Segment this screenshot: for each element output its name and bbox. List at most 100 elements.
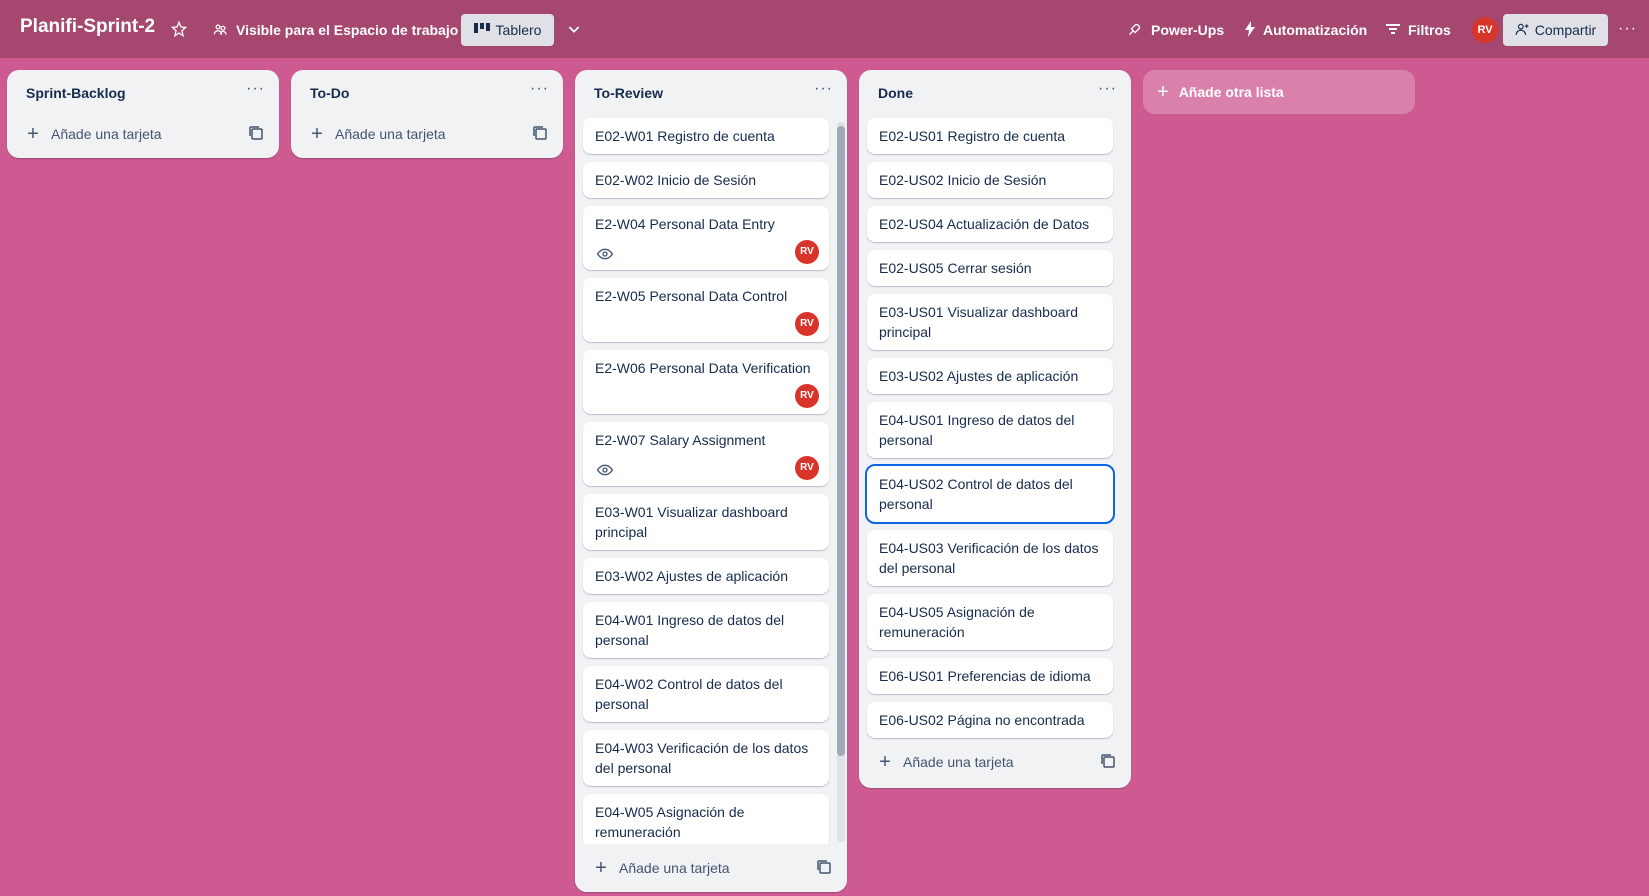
star-icon[interactable] <box>170 20 188 38</box>
card-title: E2-W06 Personal Data Verification <box>595 360 811 376</box>
powerups-button[interactable]: Power-Ups <box>1151 22 1224 38</box>
card-title: E06-US02 Página no encontrada <box>879 712 1085 728</box>
card[interactable]: E02-W02 Inicio de Sesión <box>583 162 829 198</box>
list-menu-icon[interactable]: ··· <box>530 80 549 98</box>
board-view-icon <box>473 22 490 38</box>
automation-button[interactable]: Automatización <box>1263 22 1367 38</box>
card[interactable]: E2-W04 Personal Data Entry RV <box>583 206 829 270</box>
card[interactable]: E03-W01 Visualizar dashboard principal <box>583 494 829 550</box>
list-title[interactable]: Sprint-Backlog <box>26 85 126 101</box>
card-title: E04-W05 Asignación de remuneración <box>595 804 745 840</box>
share-button[interactable]: Compartir <box>1503 14 1608 46</box>
card-member-avatar[interactable]: RV <box>795 456 819 480</box>
card-title: E03-W02 Ajustes de aplicación <box>595 568 788 584</box>
card-title: E04-US01 Ingreso de datos del personal <box>879 412 1075 448</box>
card-member-avatar[interactable]: RV <box>795 384 819 408</box>
filters-button[interactable]: Filtros <box>1408 22 1451 38</box>
card-title: E2-W04 Personal Data Entry <box>595 216 775 232</box>
plus-icon: + <box>595 856 607 879</box>
card-title: E03-W01 Visualizar dashboard principal <box>595 504 788 540</box>
add-card-button[interactable]: + Añade una tarjeta <box>15 118 271 150</box>
eye-icon <box>596 246 614 262</box>
card[interactable]: E2-W05 Personal Data Control RV <box>583 278 829 342</box>
card[interactable]: E06-US01 Preferencias de idioma <box>867 658 1113 694</box>
card[interactable]: E02-W01 Registro de cuenta <box>583 118 829 154</box>
card[interactable]: E04-W03 Verificación de los datos del pe… <box>583 730 829 786</box>
card[interactable]: E2-W07 Salary Assignment RV <box>583 422 829 486</box>
card-title: E03-US02 Ajustes de aplicación <box>879 368 1079 384</box>
board-title[interactable]: Planifi-Sprint-2 <box>20 16 155 38</box>
list-title[interactable]: To-Review <box>594 85 663 101</box>
plus-icon: + <box>311 122 323 145</box>
add-list-label: Añade otra lista <box>1178 84 1284 100</box>
card-member-avatar[interactable]: RV <box>795 312 819 336</box>
more-menu-icon[interactable]: ··· <box>1618 20 1637 38</box>
visibility-button[interactable]: Visible para el Espacio de trabajo <box>236 22 458 38</box>
card-title: E2-W05 Personal Data Control <box>595 288 788 304</box>
card[interactable]: E04-W02 Control de datos del personal <box>583 666 829 722</box>
plus-icon: + <box>879 750 891 773</box>
list-menu-icon[interactable]: ··· <box>1098 80 1117 98</box>
list-done: Done ··· E02-US01 Registro de cuenta E02… <box>859 70 1131 788</box>
scrollbar-thumb[interactable] <box>837 126 845 756</box>
lightning-icon <box>1243 21 1257 37</box>
member-avatar[interactable]: RV <box>1472 17 1498 43</box>
card-title: E02-W01 Registro de cuenta <box>595 128 775 144</box>
card-title: E04-US05 Asignación de remuneración <box>879 604 1035 640</box>
chevron-down-icon[interactable] <box>565 20 583 38</box>
add-card-button[interactable]: + Añade una tarjeta <box>867 746 1123 778</box>
board-header: Planifi-Sprint-2 Visible para el Espacio… <box>0 0 1649 58</box>
card-member-avatar[interactable]: RV <box>795 240 819 264</box>
avatar-initials: RV <box>1477 24 1493 36</box>
card-template-icon[interactable] <box>1101 754 1115 768</box>
share-label: Compartir <box>1534 22 1597 38</box>
card[interactable]: E02-US02 Inicio de Sesión <box>867 162 1113 198</box>
list-sprint-backlog: Sprint-Backlog ··· + Añade una tarjeta <box>7 70 279 158</box>
card-title: E04-W01 Ingreso de datos del personal <box>595 612 785 648</box>
card[interactable]: E03-W02 Ajustes de aplicación <box>583 558 829 594</box>
list-scrollbar[interactable] <box>837 122 845 842</box>
add-card-button[interactable]: + Añade una tarjeta <box>299 118 555 150</box>
card[interactable]: E04-W05 Asignación de remuneración <box>583 794 829 850</box>
card-template-icon[interactable] <box>249 126 263 140</box>
card-template-icon[interactable] <box>817 860 831 874</box>
card-title: E04-W03 Verificación de los datos del pe… <box>595 740 809 776</box>
card-title: E03-US01 Visualizar dashboard principal <box>879 304 1078 340</box>
workspace-visibility-icon[interactable] <box>212 21 228 37</box>
card-title: E04-US02 Control de datos del personal <box>879 476 1073 512</box>
card[interactable]: E2-W06 Personal Data Verification RV <box>583 350 829 414</box>
list-menu-icon[interactable]: ··· <box>246 80 265 98</box>
board-view-button[interactable]: Tablero <box>461 14 554 46</box>
card[interactable]: E02-US04 Actualización de Datos <box>867 206 1113 242</box>
card[interactable]: E03-US02 Ajustes de aplicación <box>867 358 1113 394</box>
card-title: E02-W02 Inicio de Sesión <box>595 172 757 188</box>
plus-icon: + <box>27 122 39 145</box>
add-list-button[interactable]: + Añade otra lista <box>1143 70 1415 114</box>
card[interactable]: E04-US02 Control de datos del personal <box>865 464 1115 524</box>
list-title[interactable]: To-Do <box>310 85 349 101</box>
card[interactable]: E04-US03 Verificación de los datos del p… <box>867 530 1113 586</box>
plus-icon: + <box>1157 80 1169 103</box>
card[interactable]: E04-US05 Asignación de remuneración <box>867 594 1113 650</box>
add-card-label: Añade una tarjeta <box>51 126 162 142</box>
card-title: E06-US01 Preferencias de idioma <box>879 668 1091 684</box>
add-card-label: Añade una tarjeta <box>619 860 730 876</box>
rocket-icon <box>1126 21 1142 37</box>
card-title: E04-US03 Verificación de los datos del p… <box>879 540 1099 576</box>
list-title[interactable]: Done <box>878 85 913 101</box>
card-template-icon[interactable] <box>533 126 547 140</box>
add-card-button[interactable]: + Añade una tarjeta <box>583 852 839 884</box>
add-card-label: Añade una tarjeta <box>903 754 1014 770</box>
card-title: E02-US02 Inicio de Sesión <box>879 172 1047 188</box>
card[interactable]: E03-US01 Visualizar dashboard principal <box>867 294 1113 350</box>
card[interactable]: E02-US05 Cerrar sesión <box>867 250 1113 286</box>
list-menu-icon[interactable]: ··· <box>814 80 833 98</box>
card-title: E2-W07 Salary Assignment <box>595 432 766 448</box>
card[interactable]: E04-US01 Ingreso de datos del personal <box>867 402 1113 458</box>
card[interactable]: E04-W01 Ingreso de datos del personal <box>583 602 829 658</box>
card-title: E04-W02 Control de datos del personal <box>595 676 783 712</box>
card[interactable]: E02-US01 Registro de cuenta <box>867 118 1113 154</box>
card-title: E02-US05 Cerrar sesión <box>879 260 1032 276</box>
card-title: E02-US01 Registro de cuenta <box>879 128 1065 144</box>
card[interactable]: E06-US02 Página no encontrada <box>867 702 1113 738</box>
